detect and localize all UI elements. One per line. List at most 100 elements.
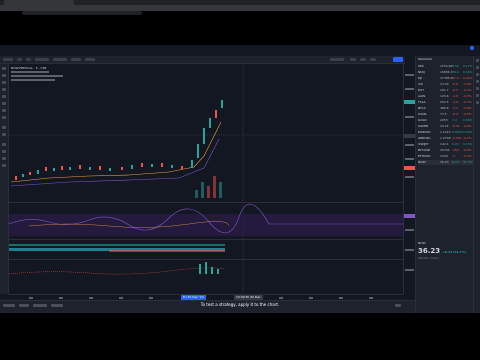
oscillator-bar (217, 269, 219, 274)
templates-button[interactable] (53, 58, 67, 61)
watchlist-row[interactable]: GBPUSD 1.2708 -0.001 -0.1% (418, 136, 473, 141)
watchlist-last: 1.1010 (440, 130, 451, 134)
watchlist-change-percent: 31.7% (463, 160, 473, 164)
price-tick (405, 229, 414, 231)
watchlist-symbol: DJI (418, 76, 423, 80)
watchlist-change-percent: -0.0% (463, 124, 472, 128)
ideas-icon[interactable] (476, 94, 479, 97)
watchlist-change: 8.73 (452, 160, 459, 164)
text-icon[interactable] (2, 95, 6, 98)
watchlist-row[interactable]: NFLX 486.8 -3.1 -0.6% (418, 106, 473, 111)
candle (203, 128, 205, 144)
watchlist-row[interactable]: ETHUSD 2326 -7 -0.3% (418, 154, 473, 159)
pane-separator (9, 259, 403, 260)
watchlist-symbol: ETHUSD (418, 154, 431, 158)
oscillator-bar (205, 262, 207, 274)
watchlist-change-percent: -0.1% (463, 88, 472, 92)
chart-area[interactable]: NOWVERTICAL · 5 · CSE (8, 64, 403, 294)
replay-button[interactable] (85, 58, 95, 61)
chart-canvas[interactable]: NOWVERTICAL · 5 · CSE (8, 64, 403, 294)
watchlist-symbol: NFLX (418, 106, 426, 110)
alerts-icon[interactable] (476, 66, 479, 69)
time-tick (89, 297, 93, 299)
interval-button[interactable] (17, 58, 22, 61)
watchlist-last: 2326 (440, 154, 448, 158)
watchlist-row[interactable]: VIX 13.03 -0.6 -4.5% (418, 82, 473, 87)
watchlist-last: 16836.7 (440, 70, 453, 74)
crosshair-icon[interactable] (2, 67, 6, 70)
fib-icon[interactable] (2, 81, 6, 84)
time-tick (119, 297, 123, 299)
oscillator-line (8, 267, 226, 275)
settings-icon[interactable] (350, 58, 356, 61)
prediction-icon[interactable] (2, 109, 6, 112)
hotlists-icon[interactable] (476, 80, 479, 83)
browser-url-bar (0, 5, 480, 15)
price-tick (405, 144, 414, 146)
watchlist-row[interactable]: DXY 101.7 -0.1 -0.1% (418, 88, 473, 93)
watchlist-row[interactable]: EURUSD 1.1010 0.0003 0.03% (418, 130, 473, 135)
time-tick (309, 297, 313, 299)
publish-button[interactable] (393, 57, 403, 62)
address-field[interactable] (22, 11, 142, 15)
lock-icon[interactable] (2, 150, 6, 153)
price-tick (405, 88, 414, 90)
trendline-icon[interactable] (2, 74, 6, 77)
watchlist-row[interactable]: USDJPY 142.4 0.22 0.15% (418, 142, 473, 147)
camera-icon[interactable] (370, 58, 376, 61)
watchlist-row[interactable]: USOIL 73.5 -0.4 -0.5% (418, 112, 473, 117)
watchlist-row[interactable]: SILVER 24.24 -0.01 -0.0% (418, 124, 473, 129)
pattern-icon[interactable] (2, 102, 6, 105)
indicators-button[interactable] (35, 58, 49, 61)
watchlist-change: -0.6 (452, 82, 458, 86)
ruler-icon[interactable] (2, 126, 6, 129)
watchlist-change: -1.9 (452, 100, 458, 104)
watchlist-change-percent: -0.7% (463, 100, 472, 104)
watchlist-last: 43704 (440, 148, 450, 152)
watchlist-change: 7.4 (452, 118, 457, 122)
watchlist-row[interactable]: GOLD 2053 7.4 0.36% (418, 118, 473, 123)
watchlist-title: Watchlist (418, 57, 432, 61)
zoom-icon[interactable] (2, 133, 6, 136)
candle (171, 165, 173, 168)
watchlist-row[interactable]: SPX 4754.63 8.56 0.17% (418, 64, 473, 69)
watchlist-symbol: BTCUSD (418, 148, 431, 152)
watchlist-icon[interactable] (476, 59, 479, 62)
eye-icon[interactable] (2, 157, 6, 160)
watchlist-row[interactable]: NDQ 16836.7 26.4 0.16% (418, 70, 473, 75)
candle (221, 100, 223, 108)
legend-ohlc-line (11, 71, 49, 73)
candle (215, 110, 217, 118)
watchlist-panel: Watchlist SPX 4754.63 8.56 0.17% NDQ 16836.7 2… (415, 56, 474, 313)
watchlist-symbol: AAPL (418, 94, 426, 98)
watchlist-change: -0.001 (452, 136, 462, 140)
trash-icon[interactable] (2, 164, 6, 167)
layout-name-button[interactable] (330, 58, 344, 61)
details-symbol: NOW (418, 241, 426, 245)
watchlist-change-percent: -0.3% (463, 154, 472, 158)
watchlist-last: 142.4 (440, 142, 449, 146)
watchlist-row[interactable]: TSLA 252.5 -1.9 -0.7% (418, 100, 473, 105)
drawing-toolbar (0, 64, 9, 294)
chat-icon[interactable] (476, 101, 479, 104)
volume-bar (207, 186, 210, 198)
magnet-icon[interactable] (2, 143, 6, 146)
data-window-icon[interactable] (476, 73, 479, 76)
icons-icon[interactable] (2, 116, 6, 119)
candle (109, 168, 111, 171)
watchlist-last: 24.24 (440, 124, 449, 128)
watchlist-row[interactable]: BTCUSD 43704 -263 -0.6% (418, 148, 473, 153)
oscillator-bar (211, 267, 213, 274)
brush-icon[interactable] (2, 88, 6, 91)
candles-style-icon[interactable] (26, 58, 31, 61)
watchlist-last: 37385.9 (440, 76, 453, 80)
alert-button[interactable] (71, 58, 81, 61)
watchlist-row[interactable]: DJI 37385.9 81.9 0.22% (418, 76, 473, 81)
watchlist-change: 81.9 (452, 76, 459, 80)
fullscreen-icon[interactable] (360, 58, 366, 61)
symbol-search-button[interactable] (3, 58, 13, 61)
calendar-icon[interactable] (476, 87, 479, 90)
watchlist-row[interactable]: NOW 36.23 8.73 31.7% (418, 160, 473, 165)
pane-separator (9, 202, 403, 203)
watchlist-row[interactable]: AAPL 193.6 -1.0 -0.5% (418, 94, 473, 99)
